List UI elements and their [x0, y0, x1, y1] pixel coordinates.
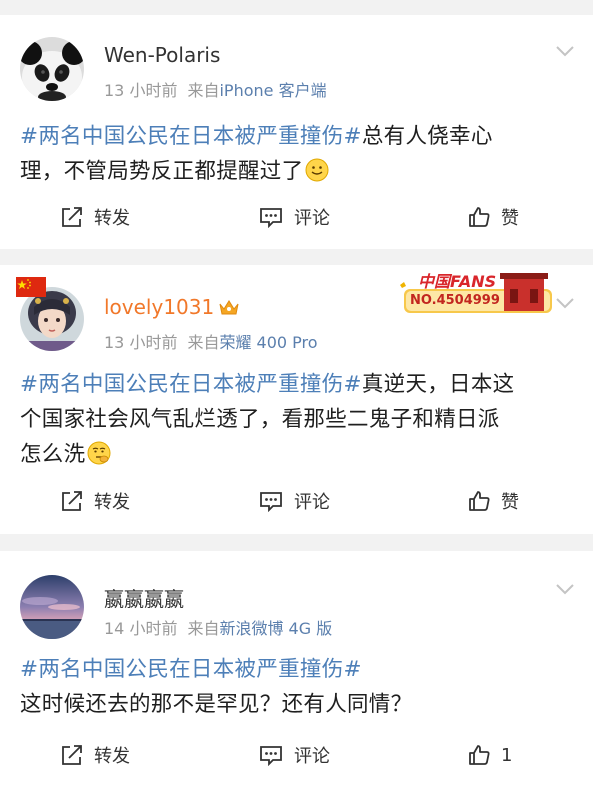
chevron-down-icon[interactable]: [555, 297, 575, 309]
content-text: 个国家社会风气乱烂透了，看那些二鬼子和精日派: [20, 407, 500, 432]
fans-badge-number: NO.4504999: [410, 293, 500, 308]
chevron-down-icon[interactable]: [555, 45, 575, 57]
post-card[interactable]: 嬴嬴嬴嬴 14 小时前 来自新浪微博 4G 版 #两名中国公民在日本被严重撞伤# …: [0, 551, 593, 800]
vip-crown-icon: [219, 300, 239, 315]
comment-label: 评论: [294, 746, 330, 767]
username[interactable]: 嬴嬴嬴嬴: [104, 583, 184, 612]
post-time: 13 小时前: [104, 81, 178, 100]
like-button[interactable]: 赞: [467, 486, 519, 516]
avatar[interactable]: [20, 575, 84, 639]
post-card[interactable]: Wen-Polaris 13 小时前 来自iPhone 客户端 #两名中国公民在日…: [0, 15, 593, 249]
repost-icon: [62, 207, 82, 227]
post-content: #两名中国公民在日本被严重撞伤#真逆天，日本这 个国家社会风气乱烂透了，看那些二…: [20, 367, 570, 472]
like-label: 赞: [501, 208, 519, 229]
post-meta: 13 小时前 来自iPhone 客户端: [104, 77, 327, 101]
repost-button[interactable]: 转发: [60, 486, 130, 516]
post-content: #两名中国公民在日本被严重撞伤#总有人侥幸心 理，不管局势反正都提醒过了: [20, 119, 570, 189]
repost-button[interactable]: 转发: [60, 202, 130, 232]
comment-icon: [260, 746, 282, 766]
username[interactable]: lovely1031: [104, 295, 240, 319]
repost-label: 转发: [94, 746, 130, 767]
content-text: 怎么洗: [20, 442, 86, 467]
source-link[interactable]: 荣耀 400 Pro: [219, 333, 317, 352]
comment-icon: [260, 208, 282, 228]
comment-button[interactable]: 评论: [258, 740, 330, 770]
fans-badge[interactable]: 中国FANS NO.4504999: [400, 267, 555, 317]
action-bar: 转发 评论 赞: [0, 202, 593, 232]
content-text: 这时候还去的那不是罕见？还有人同情？: [20, 692, 413, 717]
action-bar: 转发 评论 赞: [0, 486, 593, 516]
like-count: 1: [501, 744, 513, 766]
comment-button[interactable]: 评论: [258, 202, 330, 232]
comment-button[interactable]: 评论: [258, 486, 330, 516]
post-time: 13 小时前: [104, 333, 178, 352]
sunset-avatar-image: [20, 575, 84, 639]
post-meta: 13 小时前 来自荣耀 400 Pro: [104, 329, 318, 353]
username-text: lovely1031: [104, 295, 215, 319]
post-card[interactable]: lovely1031 中国FANS NO.4504999 13 小时前 来自荣耀 …: [0, 265, 593, 534]
repost-icon: [62, 745, 82, 765]
fans-badge-title: 中国FANS: [418, 272, 497, 291]
smile-emoji-icon: [305, 158, 329, 182]
like-button[interactable]: 赞: [467, 202, 519, 232]
content-text: 理，不管局势反正都提醒过了: [20, 159, 304, 184]
comment-label: 评论: [294, 492, 330, 513]
thinking-emoji-icon: [87, 441, 111, 465]
content-text: 真逆天，日本这: [361, 372, 515, 397]
source-link[interactable]: iPhone 客户端: [219, 81, 326, 100]
weibo-feed: Wen-Polaris 13 小时前 来自iPhone 客户端 #两名中国公民在日…: [0, 0, 593, 800]
action-bar: 转发 评论 1: [0, 740, 593, 770]
source-link[interactable]: 新浪微博 4G 版: [219, 619, 332, 638]
hashtag-link[interactable]: #两名中国公民在日本被严重撞伤#: [20, 372, 362, 397]
post-meta: 14 小时前 来自新浪微博 4G 版: [104, 615, 332, 639]
china-flag-icon: [16, 277, 46, 297]
comment-label: 评论: [294, 208, 330, 229]
post-time: 14 小时前: [104, 619, 178, 638]
source-prefix: 来自: [187, 619, 220, 638]
panda-avatar-image: [20, 37, 84, 101]
chevron-down-icon[interactable]: [555, 583, 575, 595]
comment-icon: [260, 492, 282, 512]
source-prefix: 来自: [187, 333, 220, 352]
like-label: 赞: [501, 492, 519, 513]
content-text: 总有人侥幸心: [361, 124, 493, 149]
source-prefix: 来自: [187, 81, 220, 100]
repost-label: 转发: [94, 208, 130, 229]
hashtag-link[interactable]: #两名中国公民在日本被严重撞伤#: [20, 657, 362, 682]
hashtag-link[interactable]: #两名中国公民在日本被严重撞伤#: [20, 124, 362, 149]
avatar[interactable]: [20, 37, 84, 101]
like-button[interactable]: 1: [467, 740, 512, 770]
username[interactable]: Wen-Polaris: [104, 43, 220, 67]
thumbs-up-icon: [469, 207, 490, 227]
repost-icon: [62, 491, 82, 511]
thumbs-up-icon: [469, 491, 490, 511]
repost-button[interactable]: 转发: [60, 740, 130, 770]
post-content: #两名中国公民在日本被严重撞伤# 这时候还去的那不是罕见？还有人同情？: [20, 652, 570, 722]
repost-label: 转发: [94, 492, 130, 513]
thumbs-up-icon: [469, 745, 490, 765]
